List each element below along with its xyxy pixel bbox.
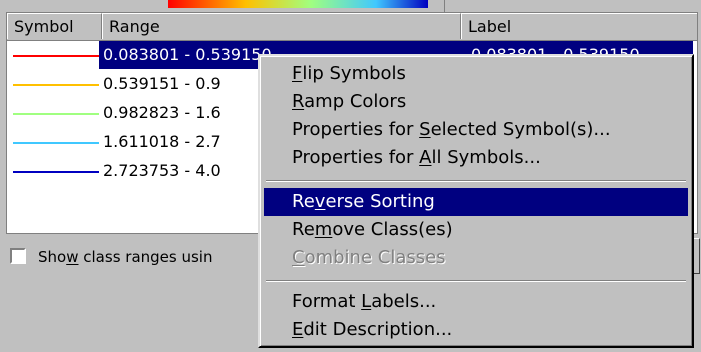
- menu-item-format-labels[interactable]: Format Labels...: [264, 288, 688, 316]
- range-cell[interactable]: 0.982823 - 1.6: [99, 99, 221, 127]
- color-ramp-bar[interactable]: [168, 0, 428, 8]
- menu-item-flip-symbols[interactable]: Flip Symbols: [264, 60, 688, 88]
- menu-item-properties-all[interactable]: Properties for All Symbols...: [264, 144, 688, 172]
- menu-separator: [266, 280, 686, 282]
- column-header-range[interactable]: Range: [102, 13, 461, 39]
- symbol-line-swatch[interactable]: [13, 171, 99, 173]
- range-cell[interactable]: 0.539151 - 0.9: [99, 70, 221, 98]
- menu-item-edit-description[interactable]: Edit Description...: [264, 316, 688, 344]
- ramp-handle[interactable]: [434, 0, 445, 12]
- symbol-line-swatch[interactable]: [13, 55, 99, 57]
- column-header-label[interactable]: Label: [461, 13, 697, 39]
- menu-separator: [266, 180, 686, 182]
- show-class-ranges-checkbox[interactable]: [10, 248, 26, 264]
- menu-item-properties-selected[interactable]: Properties for Selected Symbol(s)...: [264, 116, 688, 144]
- context-menu: Flip Symbols Ramp Colors Properties for …: [258, 54, 694, 348]
- color-ramp-strip: [0, 0, 701, 12]
- table-header: Symbol Range Label: [7, 13, 697, 41]
- show-class-ranges-label[interactable]: Show class ranges usin: [38, 244, 212, 270]
- menu-item-ramp-colors[interactable]: Ramp Colors: [264, 88, 688, 116]
- menu-item-remove-classes[interactable]: Remove Class(es): [264, 216, 688, 244]
- menu-item-reverse-sorting[interactable]: Reverse Sorting: [264, 188, 688, 216]
- symbol-line-swatch[interactable]: [13, 113, 99, 115]
- symbol-line-swatch[interactable]: [13, 142, 99, 144]
- symbol-line-swatch[interactable]: [13, 84, 99, 86]
- menu-item-combine-classes: Combine Classes: [292, 247, 446, 268]
- range-cell[interactable]: 1.611018 - 2.7: [99, 128, 221, 156]
- range-cell[interactable]: 2.723753 - 4.0: [99, 157, 221, 185]
- column-header-symbol[interactable]: Symbol: [7, 13, 102, 39]
